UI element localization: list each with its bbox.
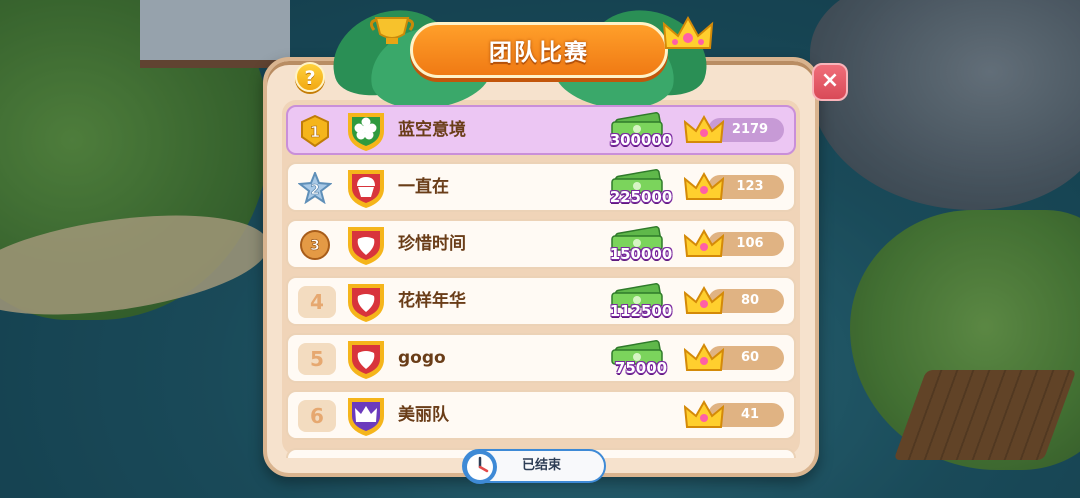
team-row[interactable]: 4 花样年华 112500 80 bbox=[286, 276, 796, 326]
title-banner: 团队比赛 bbox=[410, 22, 668, 78]
team-name: 花样年华 bbox=[398, 291, 466, 311]
team-emblem-cupcake-icon bbox=[348, 170, 384, 208]
rank-gold-badge-icon: 1 bbox=[301, 115, 329, 147]
cash-reward-amount: 112500 bbox=[609, 302, 673, 320]
crown-icon bbox=[684, 171, 724, 200]
crown-icon bbox=[662, 15, 714, 49]
clock-icon bbox=[463, 450, 497, 484]
crown-icon bbox=[684, 399, 724, 428]
team-row[interactable]: 1 蓝空意境 300000 2179 bbox=[286, 105, 796, 155]
rank-number: 5 bbox=[298, 343, 336, 375]
competition-status: 已结束 bbox=[462, 449, 606, 484]
team-emblem-strawberry-icon bbox=[348, 341, 384, 379]
team-name: 珍惜时间 bbox=[398, 234, 466, 254]
crown-icon bbox=[684, 228, 724, 257]
trophy-icon bbox=[369, 17, 415, 44]
rank-number: 6 bbox=[298, 400, 336, 432]
team-emblem-flower-icon bbox=[348, 113, 384, 151]
cash-reward-amount: 300000 bbox=[609, 131, 673, 149]
rank-number: 2 bbox=[310, 183, 319, 198]
team-emblem-strawberry-icon bbox=[348, 284, 384, 322]
team-row[interactable]: 6 美丽队 41 bbox=[286, 390, 796, 440]
cash-reward-amount: 150000 bbox=[609, 245, 673, 263]
team-row[interactable]: 3 珍惜时间 150000 106 bbox=[286, 219, 796, 269]
team-row[interactable]: 2 一直在 225000 123 bbox=[286, 162, 796, 212]
rank-bronze-medal-icon: 3 bbox=[300, 230, 330, 260]
crown-icon bbox=[684, 285, 724, 314]
rank-number: 3 bbox=[310, 238, 320, 254]
crown-icon bbox=[684, 114, 724, 143]
cash-reward-amount: 75000 bbox=[614, 359, 668, 377]
team-name: 美丽队 bbox=[398, 405, 449, 425]
status-label: 已结束 bbox=[522, 458, 562, 473]
page-title: 团队比赛 bbox=[489, 40, 589, 66]
rank-silver-star-icon: 2 bbox=[298, 172, 332, 204]
team-emblem-strawberry-icon bbox=[348, 227, 384, 265]
team-name: 蓝空意境 bbox=[398, 120, 466, 140]
team-name: gogo bbox=[398, 348, 446, 368]
cash-reward-amount: 225000 bbox=[609, 188, 673, 206]
team-name: 一直在 bbox=[398, 177, 449, 197]
rank-number: 1 bbox=[310, 123, 320, 141]
team-row[interactable]: 5 gogo 75000 60 bbox=[286, 333, 796, 383]
rank-number: 4 bbox=[298, 286, 336, 318]
close-button[interactable]: × bbox=[812, 63, 848, 101]
crown-icon bbox=[684, 342, 724, 371]
help-button[interactable]: ? bbox=[295, 62, 325, 92]
team-emblem-crown-icon bbox=[348, 398, 384, 436]
